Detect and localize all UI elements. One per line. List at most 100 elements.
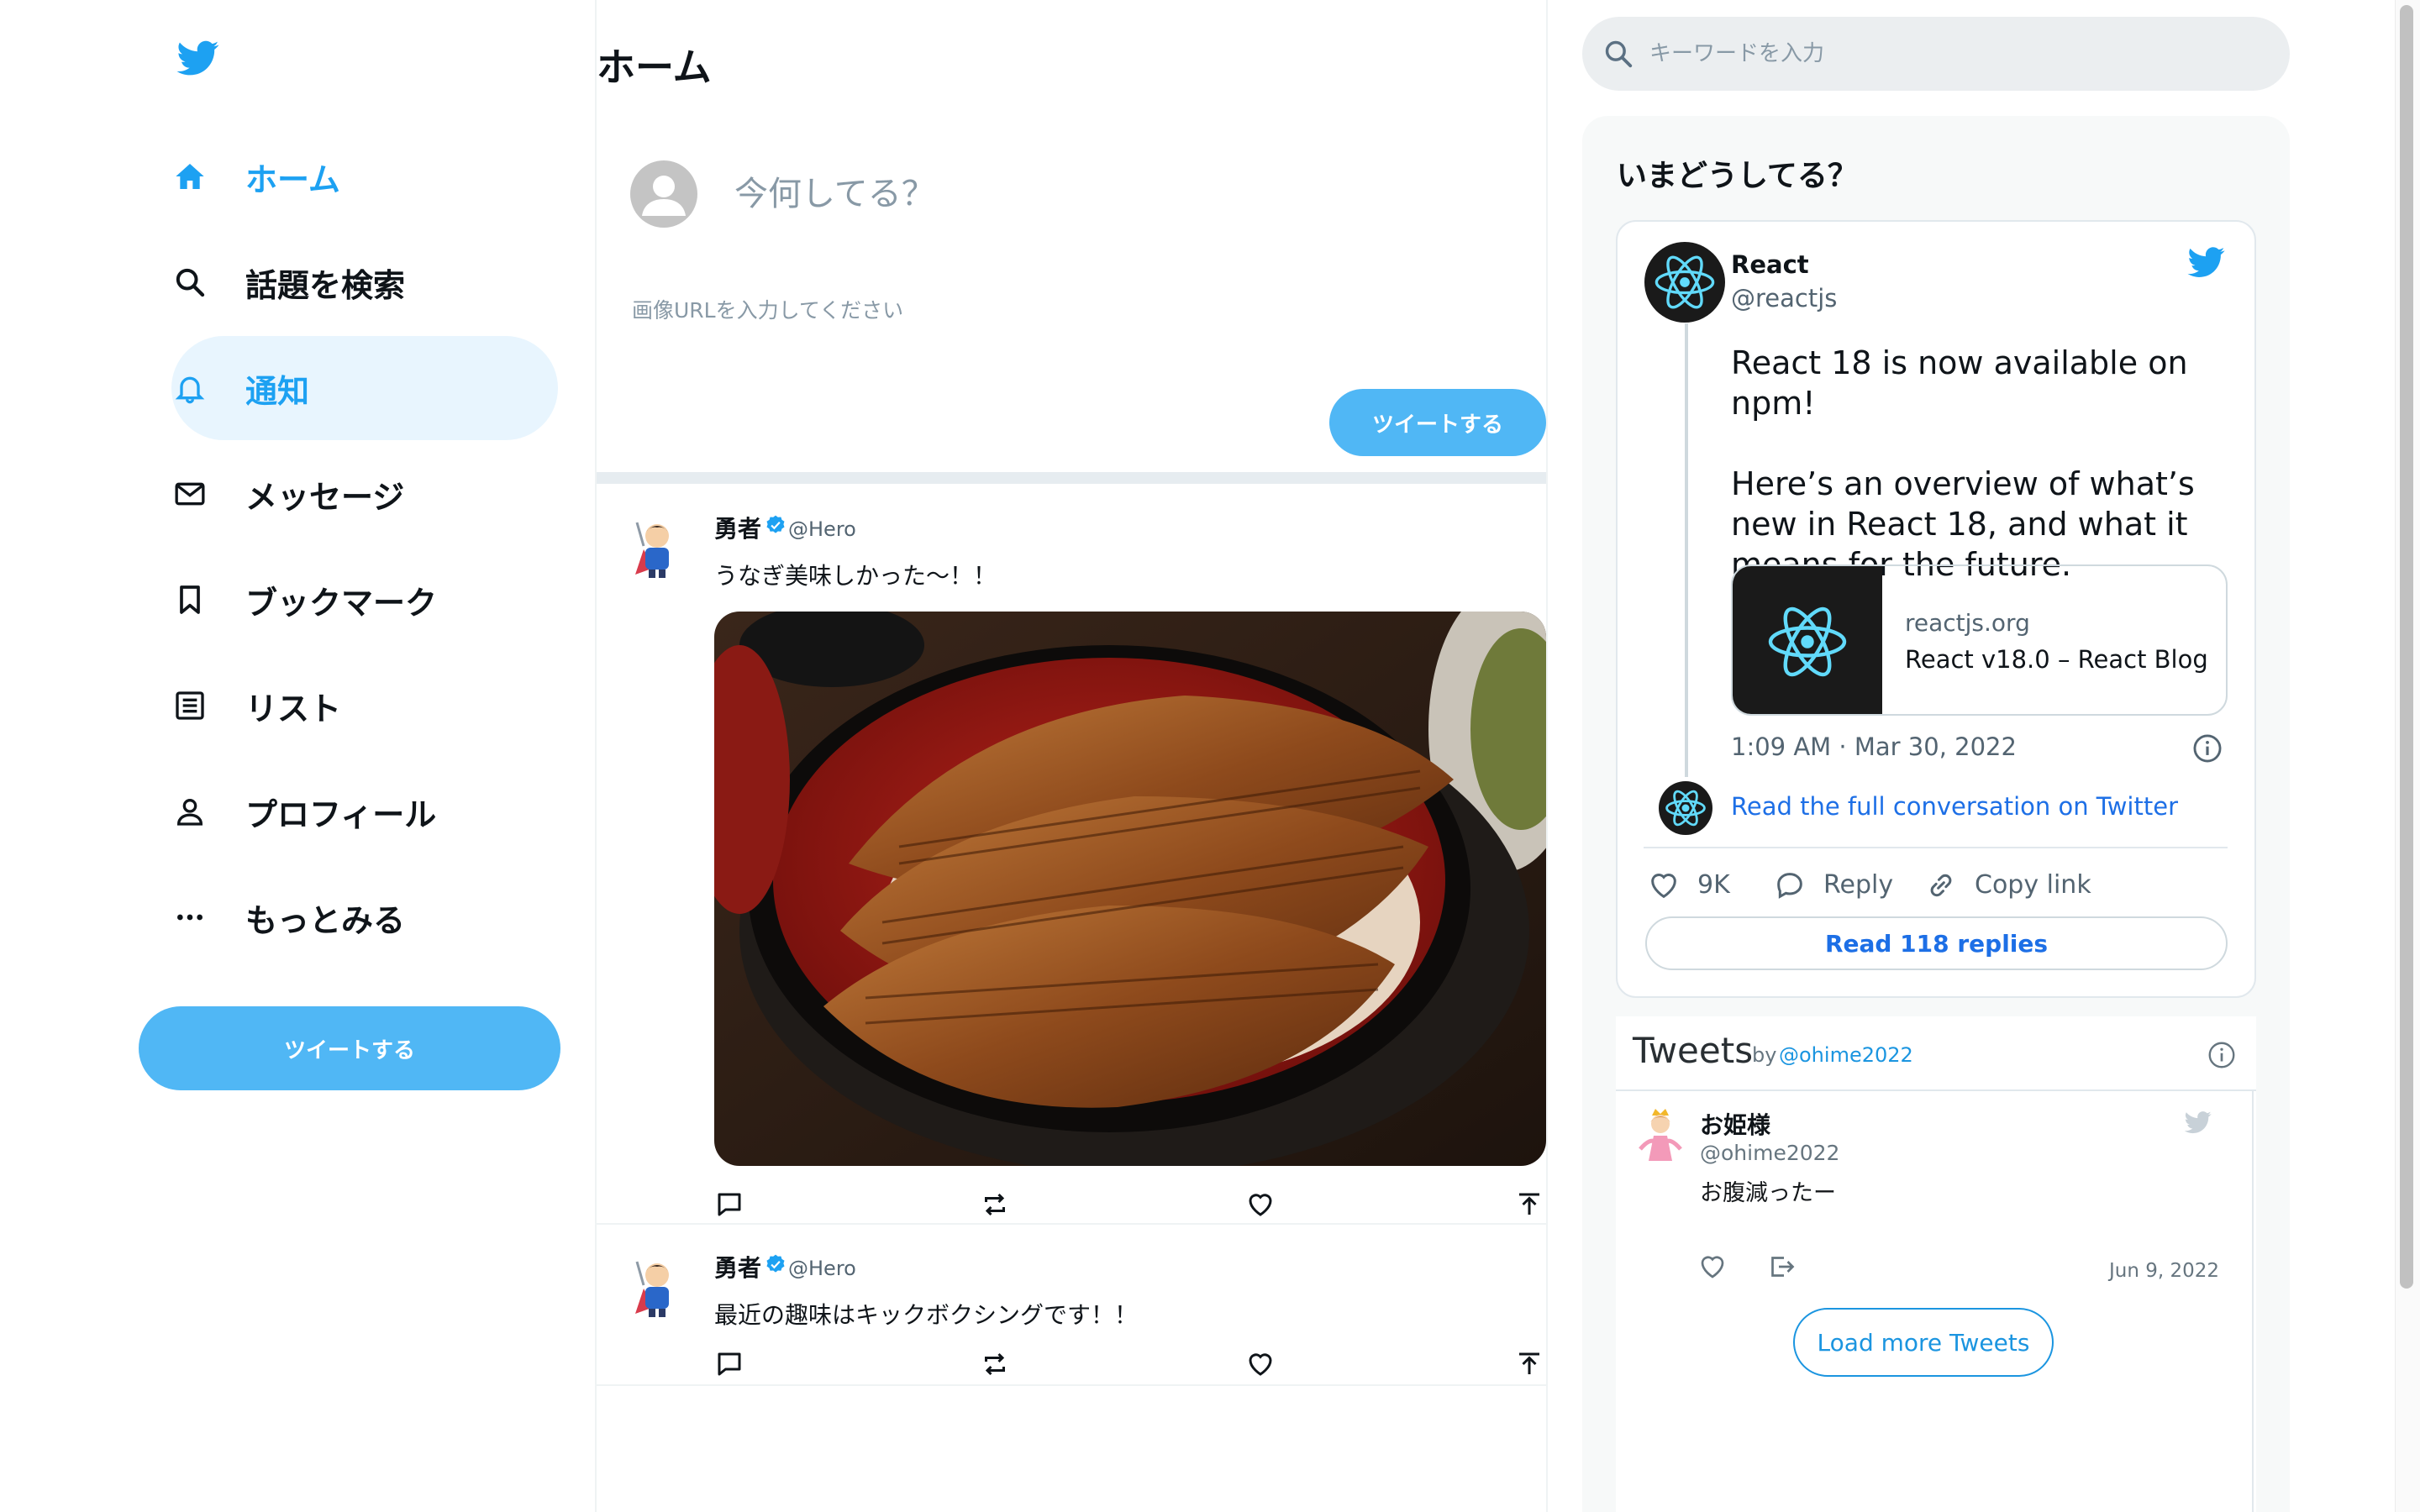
search-input[interactable]: [1648, 40, 2239, 67]
home-icon: [171, 158, 208, 195]
default-avatar-icon: [642, 176, 686, 216]
timeline-header-divider: [1616, 1089, 2256, 1091]
scrollbar-thumb[interactable]: [2400, 5, 2413, 1289]
info-icon[interactable]: [2207, 1040, 2237, 1074]
sidebar-item-label: リスト: [245, 690, 342, 727]
load-more-tweets-button[interactable]: Load more Tweets: [1793, 1308, 2054, 1377]
verified-badge-icon: [765, 514, 786, 536]
embed-reply-icon[interactable]: [1773, 869, 1807, 906]
retweet-icon[interactable]: [980, 1349, 1010, 1379]
post-author-handle[interactable]: @Hero: [788, 517, 856, 541]
timeline-header: Tweets: [1633, 1030, 1754, 1071]
retweet-icon[interactable]: [980, 1189, 1010, 1220]
trends-title: いまどうしてる？: [1617, 159, 1858, 193]
bell-icon: [171, 370, 208, 407]
twitter-logo-icon[interactable]: [175, 37, 222, 79]
post-text: うなぎ美味しかった〜！！: [714, 562, 997, 590]
search-icon: [171, 264, 208, 301]
react-logo-icon: [1655, 255, 1715, 309]
sidebar-item-label: プロフィール: [245, 795, 437, 833]
embed-author-handle[interactable]: @reactjs: [1731, 284, 1837, 312]
info-icon[interactable]: [2191, 732, 2223, 768]
embed-paragraph: React 18 is now available on npm!: [1731, 344, 2188, 422]
post-author-name[interactable]: 勇者: [714, 511, 761, 544]
timeline-border: [2252, 1089, 2254, 1512]
sidebar-item-notifications[interactable]: 通知: [171, 336, 558, 440]
sidebar-tweet-button[interactable]: ツイートする: [139, 1006, 560, 1090]
tweet-post[interactable]: 勇者 @Hero 最近の趣味はキックボクシングです！！: [597, 1223, 1546, 1386]
sidebar-item-more[interactable]: もっとみる: [171, 865, 558, 969]
feed-divider: [597, 472, 1546, 484]
search-box[interactable]: [1582, 17, 2290, 91]
image-url-input[interactable]: [630, 292, 1390, 328]
sidebar-item-lists[interactable]: リスト: [171, 654, 558, 758]
share-icon[interactable]: [1514, 1189, 1544, 1220]
sidebar-item-label: 通知: [245, 372, 310, 410]
sidebar-item-label: ホーム: [245, 160, 340, 198]
post-author-handle[interactable]: @Hero: [788, 1257, 856, 1280]
sidebar-item-label: メッセージ: [245, 478, 405, 516]
timeline-like-icon[interactable]: [1697, 1252, 1728, 1285]
hero-avatar[interactable]: [629, 1255, 686, 1319]
sidebar-item-label: もっとみる: [245, 901, 406, 939]
like-icon[interactable]: [1245, 1189, 1276, 1220]
search-icon: [1602, 38, 1634, 70]
timeline-by-label: by: [1752, 1043, 1777, 1067]
twitter-bird-icon[interactable]: [2186, 244, 2227, 284]
hero-avatar[interactable]: [629, 516, 686, 580]
timeline-tweet-handle[interactable]: @ohime2022: [1700, 1141, 1839, 1165]
like-icon[interactable]: [1245, 1349, 1276, 1379]
princess-avatar[interactable]: [1634, 1105, 1687, 1166]
embed-divider: [1644, 847, 2228, 848]
post-image-unadon[interactable]: [714, 612, 1546, 1166]
mail-icon: [171, 475, 208, 512]
timeline-share-icon[interactable]: [1766, 1252, 1797, 1285]
timeline-tweet-text: お腹減ったー: [1700, 1180, 1836, 1206]
embed-copy-link-label[interactable]: Copy link: [1975, 870, 2091, 900]
sidebar-item-profile[interactable]: プロフィール: [171, 759, 558, 864]
link-title[interactable]: React v18.0 – React Blog: [1905, 645, 2208, 674]
sidebar-item-bookmarks[interactable]: ブックマーク: [171, 548, 558, 652]
share-icon[interactable]: [1514, 1349, 1544, 1379]
page-title: ホーム: [597, 45, 712, 90]
sidebar-item-label: ブックマーク: [245, 584, 438, 622]
more-icon: [171, 899, 208, 936]
thread-line: [1685, 323, 1688, 777]
person-icon: [171, 793, 208, 830]
embed-like-count[interactable]: 9K: [1697, 870, 1730, 900]
bookmark-icon: [171, 581, 208, 618]
react-avatar[interactable]: [1644, 242, 1725, 323]
link-preview-thumbnail: [1733, 566, 1882, 714]
read-full-conversation-link[interactable]: Read the full conversation on Twitter: [1731, 792, 2178, 821]
sidebar-item-home[interactable]: ホーム: [171, 124, 558, 228]
feed-border-right: [1546, 0, 1548, 1512]
tweet-post[interactable]: 勇者 @Hero うなぎ美味しかった〜！！: [597, 484, 1546, 1225]
read-replies-button[interactable]: Read 118 replies: [1645, 916, 2228, 970]
link-icon[interactable]: [1924, 869, 1958, 906]
embed-timestamp[interactable]: 1:09 AM · Mar 30, 2022: [1731, 732, 2017, 761]
react-avatar-small[interactable]: [1659, 781, 1712, 835]
reply-icon[interactable]: [714, 1189, 744, 1220]
post-text: 最近の趣味はキックボクシングです！！: [714, 1301, 1139, 1329]
link-preview-card[interactable]: [1731, 564, 2228, 716]
compose-input[interactable]: [733, 168, 1492, 220]
embed-author-name[interactable]: React: [1731, 250, 1809, 279]
reply-icon[interactable]: [714, 1349, 744, 1379]
sidebar-item-label: 話題を検索: [245, 266, 406, 304]
sidebar-item-messages[interactable]: メッセージ: [171, 442, 558, 546]
list-icon: [171, 687, 208, 724]
embed-like-icon[interactable]: [1647, 869, 1681, 906]
user-avatar: [630, 160, 697, 228]
react-logo-icon: [1768, 606, 1847, 677]
compose-tweet-button[interactable]: ツイートする: [1329, 389, 1546, 456]
embed-reply-label[interactable]: Reply: [1823, 870, 1893, 900]
sidebar-item-explore[interactable]: 話題を検索: [171, 230, 558, 334]
link-domain[interactable]: reactjs.org: [1905, 609, 2030, 637]
post-author-name[interactable]: 勇者: [714, 1250, 761, 1284]
twitter-bird-icon[interactable]: [2183, 1109, 2213, 1139]
timeline-owner-link[interactable]: @ohime2022: [1779, 1043, 1913, 1067]
timeline-tweet-date[interactable]: Jun 9, 2022: [2109, 1260, 2219, 1282]
timeline-tweet-author[interactable]: お姫様: [1700, 1107, 1770, 1141]
verified-badge-icon: [765, 1253, 786, 1275]
react-logo-icon: [1665, 790, 1706, 827]
